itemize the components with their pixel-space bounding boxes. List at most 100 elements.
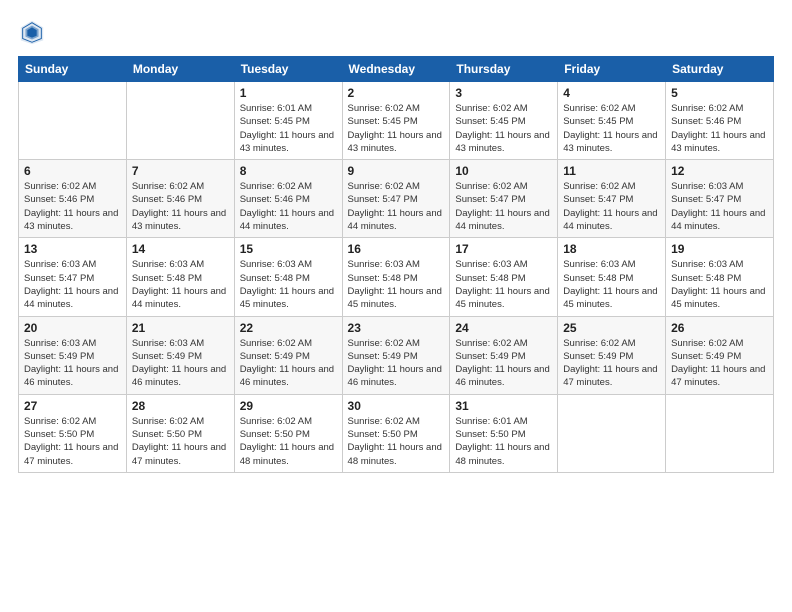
calendar-cell: 21 Sunrise: 6:03 AM Sunset: 5:49 PM Dayli… [126,316,234,394]
day-info: Sunrise: 6:02 AM Sunset: 5:45 PM Dayligh… [455,102,552,155]
day-info: Sunrise: 6:02 AM Sunset: 5:45 PM Dayligh… [563,102,660,155]
week-row-4: 20Sunrise: 6:03 AM Sunset: 5:49 PM Dayli… [19,316,774,394]
calendar-cell: 31 Sunrise: 6:01 AM Sunset: 5:50 PM Dayli… [450,394,558,472]
day-number: 22 [240,321,337,335]
weekday-header-thursday: Thursday [450,57,558,82]
day-info: Sunrise: 6:02 AM Sunset: 5:49 PM Dayligh… [671,337,768,390]
day-number: 9 [348,164,445,178]
day-info: Sunrise: 6:03 AM Sunset: 5:48 PM Dayligh… [348,258,445,311]
day-number: 23 [348,321,445,335]
day-number: 21 [132,321,229,335]
calendar-cell: 11 Sunrise: 6:02 AM Sunset: 5:47 PM Dayli… [558,160,666,238]
day-info: Sunrise: 6:03 AM Sunset: 5:47 PM Dayligh… [671,180,768,233]
calendar-cell: 20Sunrise: 6:03 AM Sunset: 5:49 PM Dayli… [19,316,127,394]
day-number: 19 [671,242,768,256]
logo-icon [18,18,46,46]
day-number: 31 [455,399,552,413]
day-number: 14 [132,242,229,256]
header [18,18,774,46]
calendar-cell: 17Sunrise: 6:03 AM Sunset: 5:48 PM Dayli… [450,238,558,316]
calendar-cell: 24Sunrise: 6:02 AM Sunset: 5:49 PM Dayli… [450,316,558,394]
calendar-cell: 12 Sunrise: 6:03 AM Sunset: 5:47 PM Dayli… [666,160,774,238]
weekday-header-saturday: Saturday [666,57,774,82]
week-row-5: 27 Sunrise: 6:02 AM Sunset: 5:50 PM Dayli… [19,394,774,472]
day-number: 30 [348,399,445,413]
day-info: Sunrise: 6:01 AM Sunset: 5:50 PM Dayligh… [455,415,552,468]
calendar-cell [558,394,666,472]
day-number: 7 [132,164,229,178]
calendar-cell: 18Sunrise: 6:03 AM Sunset: 5:48 PM Dayli… [558,238,666,316]
day-number: 25 [563,321,660,335]
calendar-cell: 30 Sunrise: 6:02 AM Sunset: 5:50 PM Dayli… [342,394,450,472]
calendar-cell [19,82,127,160]
calendar-cell: 29Sunrise: 6:02 AM Sunset: 5:50 PM Dayli… [234,394,342,472]
day-info: Sunrise: 6:02 AM Sunset: 5:50 PM Dayligh… [24,415,121,468]
day-number: 12 [671,164,768,178]
day-number: 13 [24,242,121,256]
calendar-cell: 23 Sunrise: 6:02 AM Sunset: 5:49 PM Dayli… [342,316,450,394]
calendar-cell: 27 Sunrise: 6:02 AM Sunset: 5:50 PM Dayli… [19,394,127,472]
day-info: Sunrise: 6:02 AM Sunset: 5:47 PM Dayligh… [563,180,660,233]
calendar-cell [666,394,774,472]
calendar-cell: 13Sunrise: 6:03 AM Sunset: 5:47 PM Dayli… [19,238,127,316]
day-info: Sunrise: 6:03 AM Sunset: 5:48 PM Dayligh… [671,258,768,311]
day-info: Sunrise: 6:03 AM Sunset: 5:49 PM Dayligh… [132,337,229,390]
day-number: 2 [348,86,445,100]
page: SundayMondayTuesdayWednesdayThursdayFrid… [0,0,792,612]
day-number: 3 [455,86,552,100]
calendar-cell: 15 Sunrise: 6:03 AM Sunset: 5:48 PM Dayli… [234,238,342,316]
day-info: Sunrise: 6:02 AM Sunset: 5:49 PM Dayligh… [348,337,445,390]
calendar-cell: 28 Sunrise: 6:02 AM Sunset: 5:50 PM Dayli… [126,394,234,472]
weekday-row: SundayMondayTuesdayWednesdayThursdayFrid… [19,57,774,82]
calendar-cell: 9 Sunrise: 6:02 AM Sunset: 5:47 PM Daylig… [342,160,450,238]
calendar-cell: 3 Sunrise: 6:02 AM Sunset: 5:45 PM Daylig… [450,82,558,160]
day-number: 27 [24,399,121,413]
day-info: Sunrise: 6:03 AM Sunset: 5:48 PM Dayligh… [455,258,552,311]
calendar-cell: 26 Sunrise: 6:02 AM Sunset: 5:49 PM Dayli… [666,316,774,394]
calendar-cell [126,82,234,160]
day-number: 18 [563,242,660,256]
logo [18,18,50,46]
calendar-cell: 1 Sunrise: 6:01 AM Sunset: 5:45 PM Daylig… [234,82,342,160]
day-number: 15 [240,242,337,256]
weekday-header-wednesday: Wednesday [342,57,450,82]
calendar-cell: 19 Sunrise: 6:03 AM Sunset: 5:48 PM Dayli… [666,238,774,316]
day-info: Sunrise: 6:02 AM Sunset: 5:47 PM Dayligh… [455,180,552,233]
day-info: Sunrise: 6:02 AM Sunset: 5:49 PM Dayligh… [563,337,660,390]
calendar-cell: 16 Sunrise: 6:03 AM Sunset: 5:48 PM Dayli… [342,238,450,316]
weekday-header-monday: Monday [126,57,234,82]
day-info: Sunrise: 6:03 AM Sunset: 5:48 PM Dayligh… [240,258,337,311]
day-info: Sunrise: 6:02 AM Sunset: 5:50 PM Dayligh… [348,415,445,468]
calendar-cell: 6Sunrise: 6:02 AM Sunset: 5:46 PM Daylig… [19,160,127,238]
weekday-header-friday: Friday [558,57,666,82]
calendar-body: 1 Sunrise: 6:01 AM Sunset: 5:45 PM Daylig… [19,82,774,473]
day-info: Sunrise: 6:01 AM Sunset: 5:45 PM Dayligh… [240,102,337,155]
day-info: Sunrise: 6:03 AM Sunset: 5:49 PM Dayligh… [24,337,121,390]
day-number: 28 [132,399,229,413]
calendar-cell: 2 Sunrise: 6:02 AM Sunset: 5:45 PM Daylig… [342,82,450,160]
calendar-cell: 4 Sunrise: 6:02 AM Sunset: 5:45 PM Daylig… [558,82,666,160]
calendar-cell: 10Sunrise: 6:02 AM Sunset: 5:47 PM Dayli… [450,160,558,238]
day-number: 1 [240,86,337,100]
calendar-cell: 7Sunrise: 6:02 AM Sunset: 5:46 PM Daylig… [126,160,234,238]
week-row-2: 6Sunrise: 6:02 AM Sunset: 5:46 PM Daylig… [19,160,774,238]
day-info: Sunrise: 6:02 AM Sunset: 5:46 PM Dayligh… [24,180,121,233]
calendar-cell: 8Sunrise: 6:02 AM Sunset: 5:46 PM Daylig… [234,160,342,238]
weekday-header-sunday: Sunday [19,57,127,82]
day-info: Sunrise: 6:03 AM Sunset: 5:48 PM Dayligh… [132,258,229,311]
day-number: 4 [563,86,660,100]
week-row-3: 13Sunrise: 6:03 AM Sunset: 5:47 PM Dayli… [19,238,774,316]
day-info: Sunrise: 6:02 AM Sunset: 5:50 PM Dayligh… [132,415,229,468]
day-info: Sunrise: 6:02 AM Sunset: 5:49 PM Dayligh… [240,337,337,390]
day-info: Sunrise: 6:02 AM Sunset: 5:49 PM Dayligh… [455,337,552,390]
calendar-cell: 22 Sunrise: 6:02 AM Sunset: 5:49 PM Dayli… [234,316,342,394]
day-number: 8 [240,164,337,178]
day-info: Sunrise: 6:02 AM Sunset: 5:45 PM Dayligh… [348,102,445,155]
day-number: 5 [671,86,768,100]
calendar-cell: 25 Sunrise: 6:02 AM Sunset: 5:49 PM Dayli… [558,316,666,394]
calendar-table: SundayMondayTuesdayWednesdayThursdayFrid… [18,56,774,473]
day-number: 11 [563,164,660,178]
day-info: Sunrise: 6:02 AM Sunset: 5:47 PM Dayligh… [348,180,445,233]
day-number: 16 [348,242,445,256]
day-number: 26 [671,321,768,335]
